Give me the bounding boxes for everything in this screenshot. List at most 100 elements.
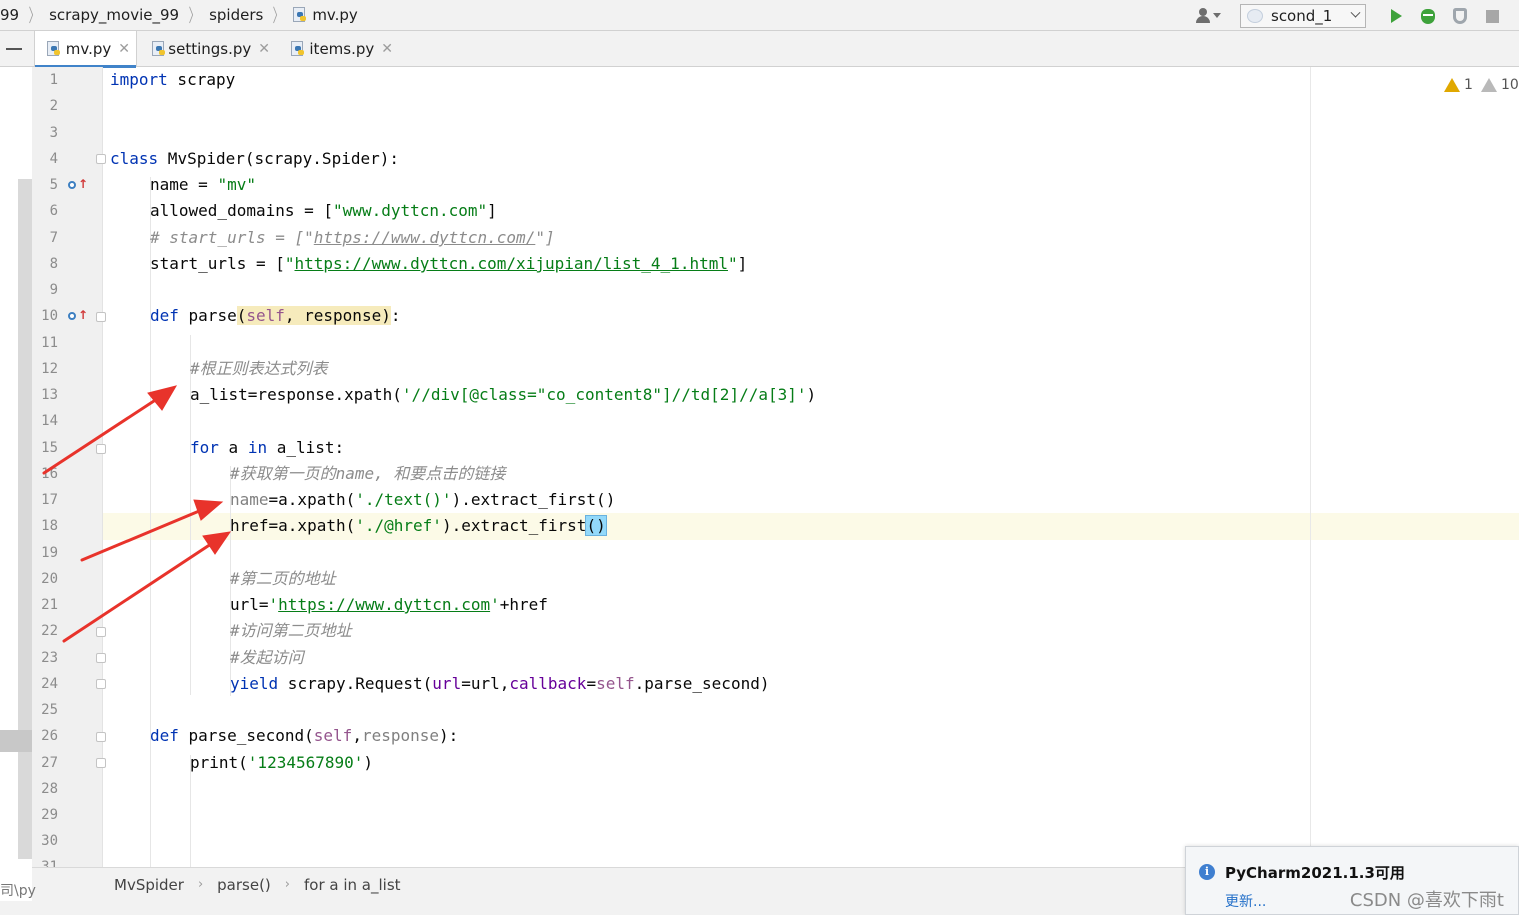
nav-crumb-project[interactable]: 99 bbox=[0, 0, 19, 31]
line-number: 19 bbox=[41, 545, 58, 561]
nav-crumb-folder[interactable]: scrapy_movie_99 bbox=[49, 0, 179, 31]
stop-button[interactable] bbox=[1481, 5, 1503, 27]
line-number: 2 bbox=[49, 98, 58, 114]
line-number: 24 bbox=[41, 676, 58, 692]
line-number: 17 bbox=[41, 492, 58, 508]
breadcrumb-function[interactable]: parse() bbox=[217, 876, 271, 894]
collapse-icon[interactable] bbox=[6, 48, 22, 50]
url-link[interactable]: https://www.dyttcn.com/xijupian/list_4_1… bbox=[295, 254, 728, 273]
breadcrumb-loop[interactable]: for a in a_list bbox=[304, 876, 401, 894]
navigation-bar: 99 〉 scrapy_movie_99 〉 spiders 〉 mv.py s… bbox=[0, 0, 1519, 31]
nav-crumb-spiders[interactable]: spiders bbox=[209, 0, 263, 31]
close-icon[interactable]: ✕ bbox=[258, 41, 270, 57]
line-number: 11 bbox=[41, 335, 58, 351]
python-file-icon bbox=[47, 41, 61, 57]
line-number: 5 bbox=[49, 177, 58, 193]
update-link[interactable]: 更新... bbox=[1225, 891, 1266, 911]
line-number: 9 bbox=[49, 282, 58, 298]
chevron-right-icon: › bbox=[197, 877, 204, 892]
code-editor[interactable]: import scrapy class MvSpider(scrapy.Spid… bbox=[103, 67, 1519, 867]
line-number: 4 bbox=[49, 151, 58, 167]
line-number: 23 bbox=[41, 650, 58, 666]
bug-icon bbox=[1421, 8, 1435, 24]
breadcrumb-class[interactable]: MvSpider bbox=[114, 876, 184, 894]
line-number: 28 bbox=[41, 781, 58, 797]
nav-crumb-file[interactable]: mv.py bbox=[293, 0, 358, 31]
line-number: 16 bbox=[41, 466, 58, 482]
line-number: 29 bbox=[41, 807, 58, 823]
run-configuration-select[interactable]: scond_1 bbox=[1240, 3, 1366, 28]
line-number: 26 bbox=[41, 728, 58, 744]
tab-items-py[interactable]: items.py ✕ bbox=[279, 31, 399, 67]
code-line-6: allowed_domains = ["www.dyttcn.com"] bbox=[150, 201, 497, 220]
line-number: 12 bbox=[41, 361, 58, 377]
play-icon bbox=[1391, 8, 1402, 23]
coverage-icon bbox=[1453, 7, 1467, 24]
code-line-18: href=a.xpath('./@href').extract_first() bbox=[230, 515, 607, 536]
update-notification: i PyCharm2021.1.3可用 更新... CSDN @喜欢下雨t bbox=[1185, 846, 1519, 915]
line-number: 1 bbox=[49, 72, 58, 88]
code-line-20: #第二页的地址 bbox=[230, 569, 336, 588]
notification-title: PyCharm2021.1.3可用 bbox=[1225, 864, 1405, 882]
run-button[interactable] bbox=[1385, 5, 1407, 27]
override-icon[interactable]: ↑ bbox=[68, 308, 88, 322]
chevron-right-icon: 〉 bbox=[28, 6, 40, 27]
project-panel-fragment: 司\py bbox=[0, 883, 36, 899]
chevron-right-icon: 〉 bbox=[272, 6, 284, 27]
tab-mv-py[interactable]: mv.py ✕ bbox=[34, 31, 137, 68]
code-line-5: name = "mv" bbox=[150, 175, 256, 194]
run-configuration-label: scond_1 bbox=[1271, 6, 1333, 25]
python-config-icon bbox=[1247, 8, 1263, 23]
info-icon: i bbox=[1199, 864, 1215, 880]
line-number: 8 bbox=[49, 256, 58, 272]
line-number: 13 bbox=[41, 387, 58, 403]
line-number: 21 bbox=[41, 597, 58, 613]
line-number: 3 bbox=[49, 125, 58, 141]
close-icon[interactable]: ✕ bbox=[381, 41, 393, 57]
editor-tabs: mv.py ✕ settings.py ✕ items.py ✕ bbox=[0, 31, 1519, 68]
code-line-15: for a in a_list: bbox=[190, 438, 345, 457]
line-number: 25 bbox=[41, 702, 58, 718]
code-line-26: def parse_second(self,response): bbox=[150, 726, 459, 745]
python-file-icon bbox=[291, 41, 304, 57]
line-number: 14 bbox=[41, 413, 58, 429]
line-number: 6 bbox=[49, 203, 58, 219]
line-number: 10 bbox=[41, 308, 58, 324]
line-number: 30 bbox=[41, 833, 58, 849]
code-line-1: import scrapy bbox=[110, 70, 236, 89]
line-number: 7 bbox=[49, 230, 58, 246]
line-number: 20 bbox=[41, 571, 58, 587]
code-line-8: start_urls = ["https://www.dyttcn.com/xi… bbox=[150, 254, 748, 273]
chevron-right-icon: › bbox=[284, 877, 290, 892]
user-account-icon[interactable] bbox=[1194, 6, 1221, 26]
project-panel-edge bbox=[0, 67, 32, 867]
code-line-21: url='https://www.dyttcn.com'+href bbox=[230, 595, 548, 614]
code-line-24: yield scrapy.Request(url=url,callback=se… bbox=[230, 674, 770, 693]
code-line-22: #访问第二页地址 bbox=[230, 621, 352, 640]
chevron-down-icon bbox=[1350, 7, 1361, 18]
url-link[interactable]: https://www.dyttcn.com bbox=[278, 595, 490, 614]
code-line-16: #获取第一页的name, 和要点击的链接 bbox=[230, 464, 506, 483]
line-number: 27 bbox=[41, 755, 58, 771]
python-file-icon bbox=[293, 7, 307, 23]
debug-button[interactable] bbox=[1417, 5, 1439, 27]
tab-settings-py[interactable]: settings.py ✕ bbox=[140, 31, 276, 67]
override-icon[interactable]: ↑ bbox=[68, 177, 88, 191]
code-line-13: a_list=response.xpath('//div[@class="co_… bbox=[190, 385, 817, 404]
code-line-4: class MvSpider(scrapy.Spider): bbox=[110, 149, 399, 168]
code-line-17: name=a.xpath('./text()').extract_first() bbox=[230, 490, 616, 509]
coverage-button[interactable] bbox=[1449, 5, 1471, 27]
python-file-icon bbox=[152, 41, 165, 57]
code-line-12: #根正则表达式列表 bbox=[190, 359, 328, 378]
close-icon[interactable]: ✕ bbox=[118, 41, 130, 57]
warning-icon bbox=[1444, 78, 1460, 92]
warning-icon bbox=[1481, 78, 1497, 92]
line-number: 31 bbox=[41, 859, 58, 867]
code-line-23: #发起访问 bbox=[230, 648, 304, 667]
warnings-indicator[interactable]: 1 bbox=[1444, 77, 1473, 93]
weak-warnings-indicator[interactable]: 10 bbox=[1481, 77, 1519, 93]
code-line-10: def parse(self, response): bbox=[150, 306, 401, 325]
editor-gutter: 1 2 3 4 5 6 7 8 9 10 11 12 13 14 15 16 1… bbox=[32, 67, 106, 867]
line-number: 18 bbox=[41, 518, 58, 534]
watermark: CSDN @喜欢下雨t bbox=[1349, 890, 1504, 911]
